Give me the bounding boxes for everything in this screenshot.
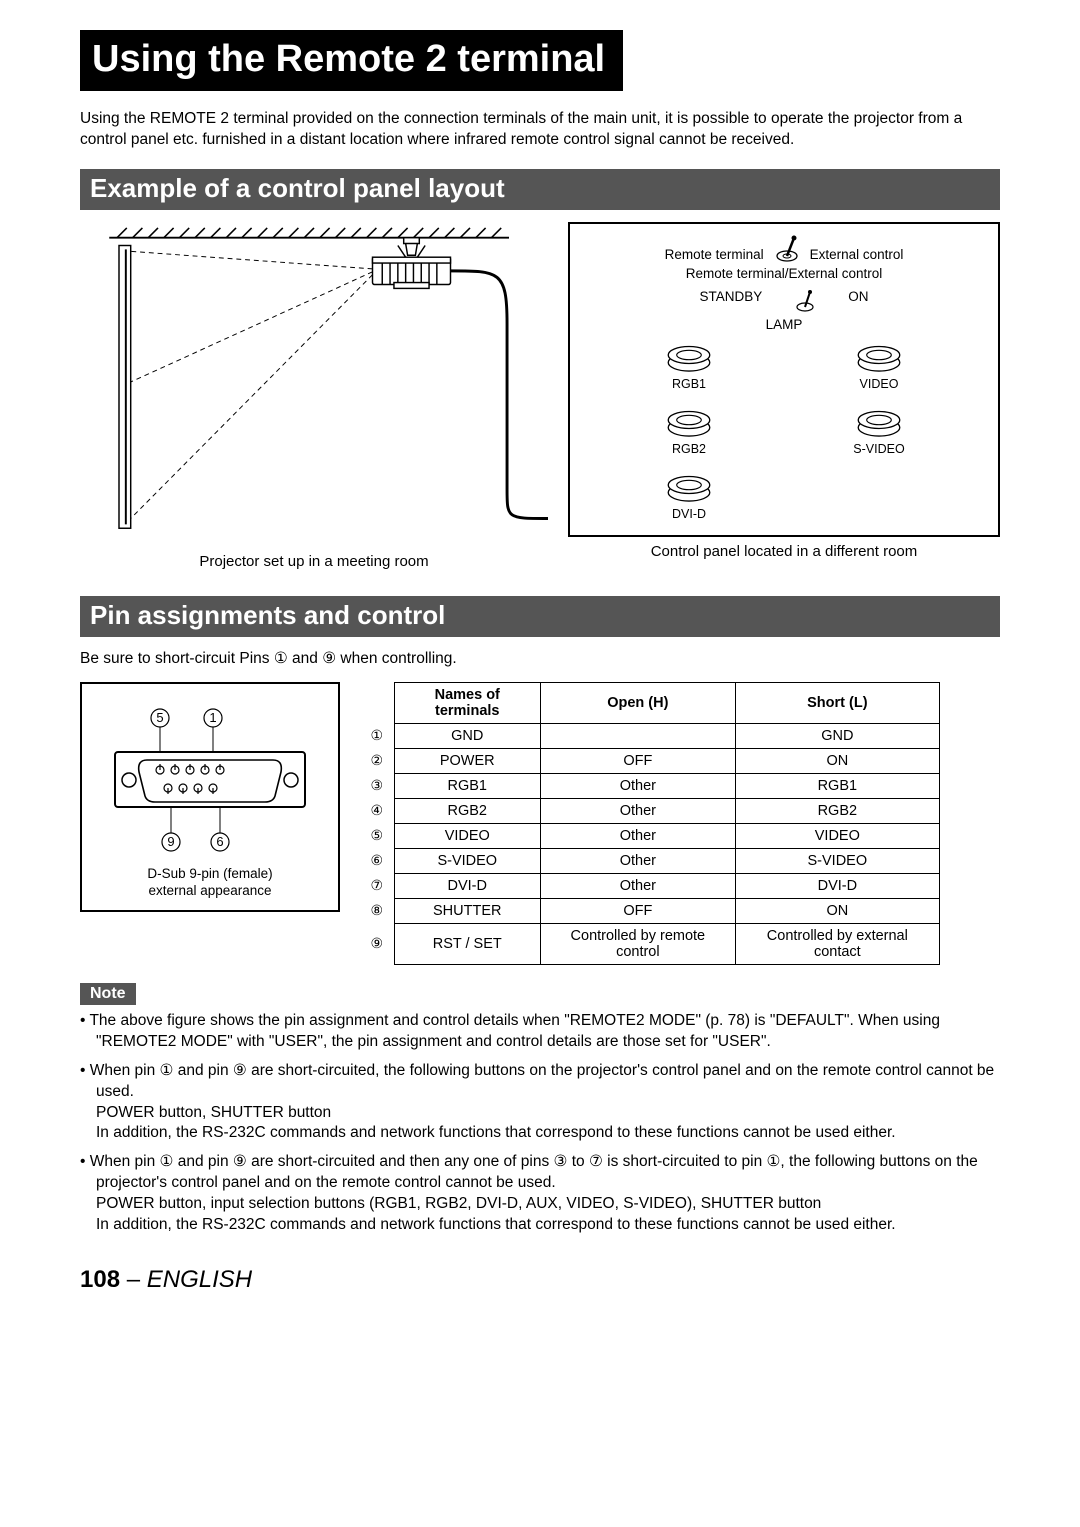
table-row: ⑧SHUTTEROFFON bbox=[360, 898, 940, 923]
table-header-short: Short (L) bbox=[735, 682, 939, 723]
pin-short-note: Be sure to short-circuit Pins ① and ⑨ wh… bbox=[80, 649, 1000, 668]
note-item: When pin ① and pin ⑨ are short-circuited… bbox=[80, 1061, 1000, 1145]
table-row: ②POWEROFFON bbox=[360, 748, 940, 773]
note-item: When pin ① and pin ⑨ are short-circuited… bbox=[80, 1152, 1000, 1236]
label-on: ON bbox=[848, 289, 868, 313]
button-label-rgb2: RGB2 bbox=[614, 442, 764, 456]
button-icon bbox=[665, 468, 713, 502]
table-row: ③RGB1OtherRGB1 bbox=[360, 773, 940, 798]
section-heading-control-panel: Example of a control panel layout bbox=[80, 169, 1000, 210]
page-number: 108 bbox=[80, 1266, 120, 1293]
note-item: The above figure shows the pin assignmen… bbox=[80, 1011, 1000, 1053]
label-combo: Remote terminal/External control bbox=[584, 266, 984, 281]
note-heading: Note bbox=[80, 983, 136, 1005]
table-row: ⑥S-VIDEOOtherS-VIDEO bbox=[360, 848, 940, 873]
button-icon bbox=[665, 338, 713, 372]
table-row: ⑦DVI-DOtherDVI-D bbox=[360, 873, 940, 898]
table-header-names: Names of terminals bbox=[394, 682, 541, 723]
table-row: ⑨RST / SETControlled by remote controlCo… bbox=[360, 923, 940, 964]
table-row: ⑤VIDEOOtherVIDEO bbox=[360, 823, 940, 848]
svg-text:5: 5 bbox=[156, 710, 163, 725]
intro-paragraph: Using the REMOTE 2 terminal provided on … bbox=[80, 109, 1000, 151]
toggle-switch-small-icon bbox=[792, 289, 818, 313]
notes-list: The above figure shows the pin assignmen… bbox=[80, 1011, 1000, 1236]
button-label-rgb1: RGB1 bbox=[614, 377, 764, 391]
svg-text:9: 9 bbox=[167, 834, 174, 849]
language-label: ENGLISH bbox=[147, 1266, 252, 1293]
button-label-svideo: S-VIDEO bbox=[804, 442, 954, 456]
dsub-diagram: 5 1 9 6 bbox=[80, 682, 340, 912]
table-row: ①GNDGND bbox=[360, 723, 940, 748]
toggle-switch-icon bbox=[772, 234, 802, 262]
section-heading-pin-assignments: Pin assignments and control bbox=[80, 596, 1000, 637]
button-label-dvid: DVI-D bbox=[614, 507, 764, 521]
svg-text:6: 6 bbox=[216, 834, 223, 849]
diagram-right-caption: Control panel located in a different roo… bbox=[568, 543, 1000, 560]
button-icon bbox=[665, 403, 713, 437]
control-panel-box: Remote terminal External control Remote … bbox=[568, 222, 1000, 537]
dsub-caption-line1: D-Sub 9-pin (female) bbox=[92, 865, 328, 883]
table-row: ④RGB2OtherRGB2 bbox=[360, 798, 940, 823]
button-label-video: VIDEO bbox=[804, 377, 954, 391]
label-lamp: LAMP bbox=[584, 317, 984, 332]
dsub-caption-line2: external appearance bbox=[92, 882, 328, 900]
page-footer: 108 – ENGLISH bbox=[80, 1266, 1000, 1294]
button-icon bbox=[855, 403, 903, 437]
projector-diagram bbox=[80, 222, 548, 542]
svg-text:1: 1 bbox=[209, 710, 216, 725]
pin-assignment-table: Names of terminals Open (H) Short (L) ①G… bbox=[360, 682, 940, 965]
label-external-control: External control bbox=[810, 247, 904, 262]
button-icon bbox=[855, 338, 903, 372]
page-title: Using the Remote 2 terminal bbox=[80, 30, 623, 91]
diagram-left-caption: Projector set up in a meeting room bbox=[80, 553, 548, 570]
table-header-open: Open (H) bbox=[541, 682, 736, 723]
label-standby: STANDBY bbox=[699, 289, 762, 313]
label-remote-terminal: Remote terminal bbox=[665, 247, 764, 262]
